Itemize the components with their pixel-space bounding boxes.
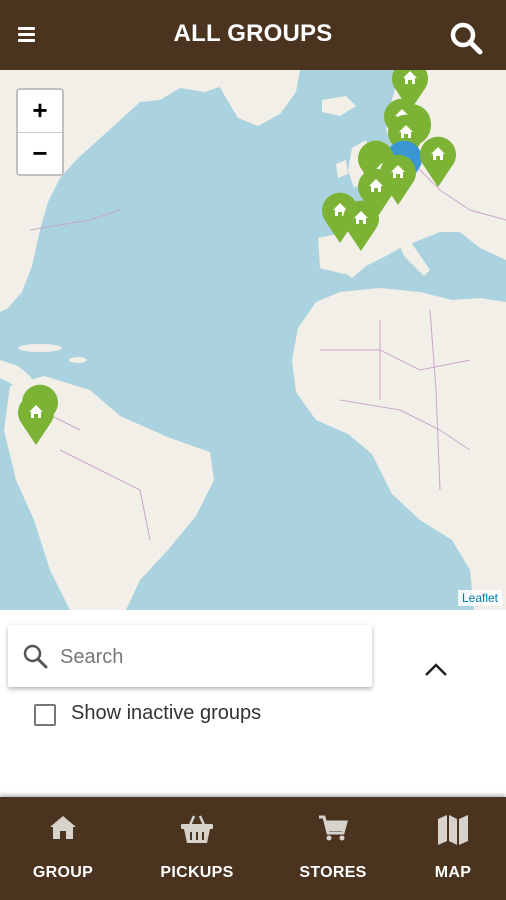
nav-map-label: MAP: [434, 864, 472, 881]
search-box: [8, 625, 372, 687]
cart-icon: [270, 813, 396, 847]
nav-pickups-label: PICKUPS: [160, 864, 234, 881]
show-inactive-checkbox[interactable]: [34, 704, 56, 726]
nav-map[interactable]: MAP: [390, 797, 506, 900]
nav-stores-label: STORES: [299, 864, 367, 881]
map-icon: [390, 813, 506, 847]
nav-pickups[interactable]: PICKUPS: [134, 797, 260, 900]
bottom-nav: GROUP PICKUPS STORES MAP: [0, 797, 506, 900]
group-marker[interactable]: [16, 390, 56, 451]
zoom-out-button[interactable]: −: [18, 133, 62, 174]
page-title: ALL GROUPS: [173, 20, 333, 47]
chevron-up-icon[interactable]: [420, 655, 452, 683]
map-attribution[interactable]: Leaflet: [457, 590, 502, 606]
map-view[interactable]: [0, 70, 506, 610]
home-icon: [0, 813, 126, 847]
search-icon[interactable]: [448, 20, 484, 56]
search-icon: [22, 643, 48, 674]
basket-icon: [134, 813, 260, 847]
nav-group[interactable]: GROUP: [0, 797, 126, 900]
zoom-control: + −: [16, 88, 64, 176]
group-marker[interactable]: [418, 132, 458, 193]
nav-group-label: GROUP: [32, 864, 94, 881]
app-bar: ALL GROUPS: [0, 0, 506, 70]
group-marker[interactable]: [341, 196, 381, 257]
search-input[interactable]: [58, 641, 362, 673]
show-inactive-label: Show inactive groups: [71, 702, 262, 724]
zoom-in-button[interactable]: +: [18, 90, 62, 133]
nav-stores[interactable]: STORES: [270, 797, 396, 900]
